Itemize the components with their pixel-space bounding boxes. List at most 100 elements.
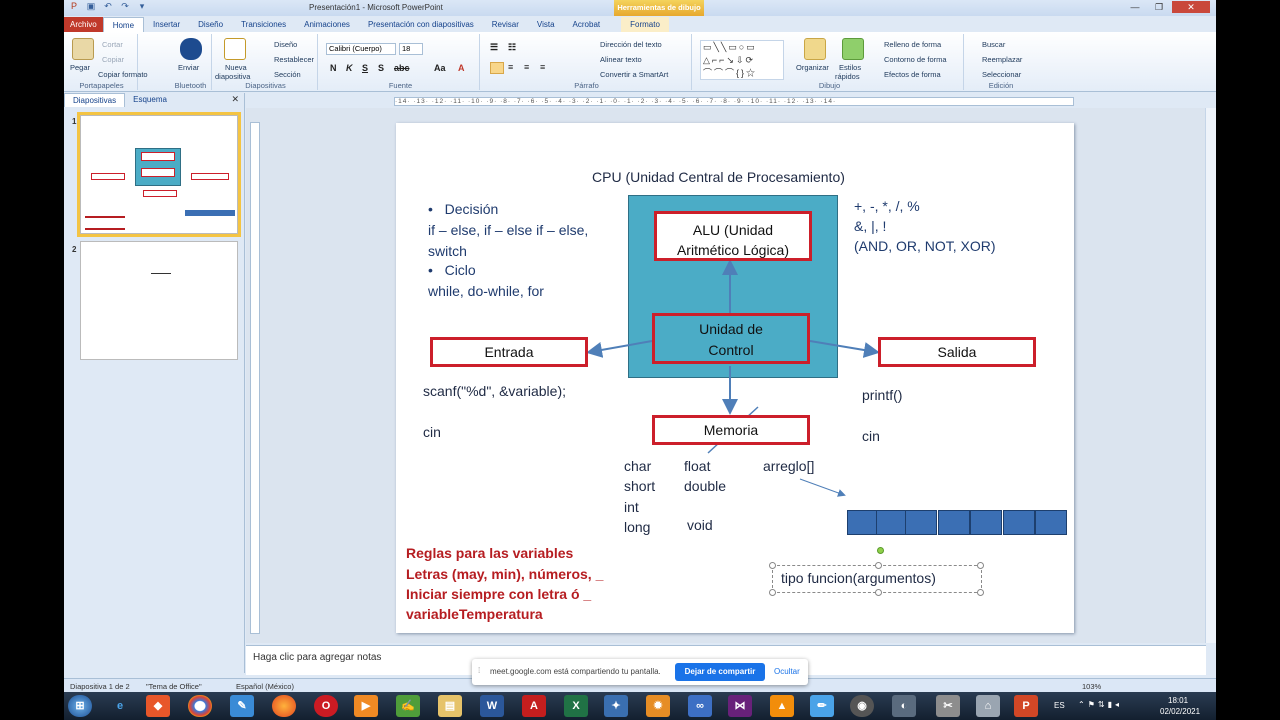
theme-name[interactable]: "Tema de Office" — [146, 682, 202, 691]
alu-box[interactable]: ALU (Unidad Aritmético Lógica) — [654, 211, 812, 261]
tab-formato[interactable]: Formato — [621, 17, 669, 32]
pegar-button[interactable]: Pegar — [70, 63, 90, 72]
cortar-button[interactable]: Cortar — [102, 40, 123, 49]
type-double[interactable]: double — [684, 478, 726, 494]
minimize-button[interactable]: — — [1124, 1, 1146, 13]
numbering-icon[interactable]: ☷ — [508, 42, 516, 53]
smartart-button[interactable]: Convertir a SmartArt — [600, 70, 668, 79]
buscar-button[interactable]: Buscar — [982, 40, 1005, 49]
app-icon[interactable]: ∞ — [688, 695, 712, 717]
cin-left-text[interactable]: cin — [423, 424, 441, 440]
brave-icon[interactable]: ◆ — [146, 695, 170, 717]
drag-handle-icon[interactable]: ⁞ — [478, 666, 480, 675]
undo-icon[interactable]: ↶ — [102, 1, 114, 13]
chrome-icon[interactable] — [188, 695, 212, 717]
resize-handle[interactable] — [977, 589, 984, 596]
salida-box[interactable]: Salida — [878, 337, 1036, 367]
rules-line-4[interactable]: variableTemperatura — [406, 606, 543, 622]
opera-icon[interactable]: O — [314, 695, 338, 717]
vertical-scrollbar[interactable] — [1205, 108, 1216, 643]
restablecer-button[interactable]: Restablecer — [274, 55, 314, 64]
memoria-box[interactable]: Memoria — [652, 415, 810, 445]
type-float[interactable]: float — [684, 458, 710, 474]
nueva-label[interactable]: Nueva — [225, 63, 247, 72]
font-color-icon[interactable]: A — [458, 63, 465, 73]
new-slide-icon[interactable] — [224, 38, 246, 60]
selected-textbox[interactable]: tipo funcion(argumentos) — [769, 547, 984, 596]
relleno-button[interactable]: Relleno de forma — [884, 40, 941, 49]
tools-icon[interactable]: ✎ — [230, 695, 254, 717]
tab-transiciones[interactable]: Transiciones — [232, 17, 295, 32]
underline-icon[interactable]: S — [362, 63, 368, 73]
app-icon[interactable]: ◐ — [892, 695, 916, 717]
clock-time[interactable]: 18:01 — [1168, 696, 1188, 705]
shadow-icon[interactable]: S — [378, 63, 384, 73]
reemplazar-button[interactable]: Reemplazar — [982, 55, 1022, 64]
type-short[interactable]: short — [624, 478, 655, 494]
direccion-texto-button[interactable]: Dirección del texto — [600, 40, 662, 49]
funcion-text[interactable]: tipo funcion(argumentos) — [781, 570, 936, 586]
slide[interactable]: CPU (Unidad Central de Procesamiento) • … — [396, 123, 1074, 633]
redo-icon[interactable]: ↷ — [119, 1, 131, 13]
tab-presentacion[interactable]: Presentación con diapositivas — [359, 17, 483, 32]
font-size-select[interactable]: 18 — [399, 43, 423, 55]
organizar-button[interactable]: Organizar — [796, 63, 829, 72]
tab-diapositivas[interactable]: Diapositivas — [64, 93, 126, 107]
cin-right-text[interactable]: cin — [862, 428, 880, 444]
app-icon[interactable]: ✹ — [646, 695, 670, 717]
font-family-select[interactable]: Calibri (Cuerpo) — [326, 43, 396, 55]
justify-icon[interactable]: ≡ — [540, 62, 545, 72]
estilos-rapidos-button[interactable]: rápidos — [835, 72, 860, 81]
change-case-icon[interactable]: Aa — [434, 63, 446, 73]
obs-icon[interactable]: ◉ — [850, 695, 874, 717]
enviar-button[interactable]: Enviar — [178, 63, 199, 72]
tab-archivo[interactable]: Archivo — [64, 17, 103, 32]
tab-revisar[interactable]: Revisar — [483, 17, 528, 32]
acrobat-icon[interactable]: A — [522, 695, 546, 717]
app-icon[interactable]: ⌂ — [976, 695, 1000, 717]
arreglo-text[interactable]: arreglo[] — [763, 458, 814, 474]
rules-line-3[interactable]: Iniciar siempre con letra ó _ — [406, 586, 591, 602]
align-right-icon[interactable]: ≡ — [524, 62, 529, 72]
type-void[interactable]: void — [687, 517, 713, 533]
vlc-icon[interactable]: ▲ — [770, 695, 794, 717]
bluetooth-icon[interactable] — [180, 38, 202, 60]
contorno-button[interactable]: Contorno de forma — [884, 55, 947, 64]
powerpoint-icon[interactable]: P — [68, 1, 80, 13]
word-icon[interactable]: W — [480, 695, 504, 717]
resize-handle[interactable] — [769, 589, 776, 596]
close-button[interactable]: ✕ — [1172, 1, 1210, 13]
tab-acrobat[interactable]: Acrobat — [564, 17, 610, 32]
slide-thumbnail-1[interactable] — [77, 112, 241, 237]
file-explorer-icon[interactable]: ▤ — [438, 695, 462, 717]
entrada-box[interactable]: Entrada — [430, 337, 588, 367]
tab-esquema[interactable]: Esquema — [125, 93, 175, 107]
maximize-button[interactable]: ❐ — [1148, 1, 1170, 13]
close-panel-icon[interactable]: ✕ — [231, 94, 239, 105]
app-icon[interactable]: ✏ — [810, 695, 834, 717]
nueva-diapositiva-button[interactable]: diapositiva — [215, 72, 250, 81]
customize-qat-icon[interactable]: ▾ — [136, 1, 148, 13]
efectos-button[interactable]: Efectos de forma — [884, 70, 941, 79]
slide-thumbnail-2[interactable] — [80, 241, 238, 360]
tab-diseno[interactable]: Diseño — [189, 17, 232, 32]
rotate-handle[interactable] — [877, 547, 884, 554]
type-int[interactable]: int — [624, 499, 639, 515]
app-icon[interactable]: ✦ — [604, 695, 628, 717]
input-language[interactable]: ES — [1054, 701, 1065, 710]
align-left-icon[interactable] — [490, 62, 504, 74]
seleccionar-button[interactable]: Seleccionar — [982, 70, 1021, 79]
hide-banner-button[interactable]: Ocultar — [774, 667, 800, 676]
rules-line-1[interactable]: Reglas para las variables — [406, 545, 573, 561]
tab-insertar[interactable]: Insertar — [144, 17, 189, 32]
estilos-label[interactable]: Estilos — [839, 63, 861, 72]
copiar-button[interactable]: Copiar — [102, 55, 124, 64]
control-unit-box[interactable]: Unidad de Control — [652, 313, 810, 364]
paste-icon[interactable] — [72, 38, 94, 60]
app-icon[interactable]: ✂ — [936, 695, 960, 717]
clock-date[interactable]: 02/02/2021 — [1160, 707, 1200, 716]
excel-icon[interactable]: X — [564, 695, 588, 717]
type-char[interactable]: char — [624, 458, 651, 474]
resize-handle[interactable] — [875, 562, 882, 569]
media-player-icon[interactable]: ▶ — [354, 695, 378, 717]
